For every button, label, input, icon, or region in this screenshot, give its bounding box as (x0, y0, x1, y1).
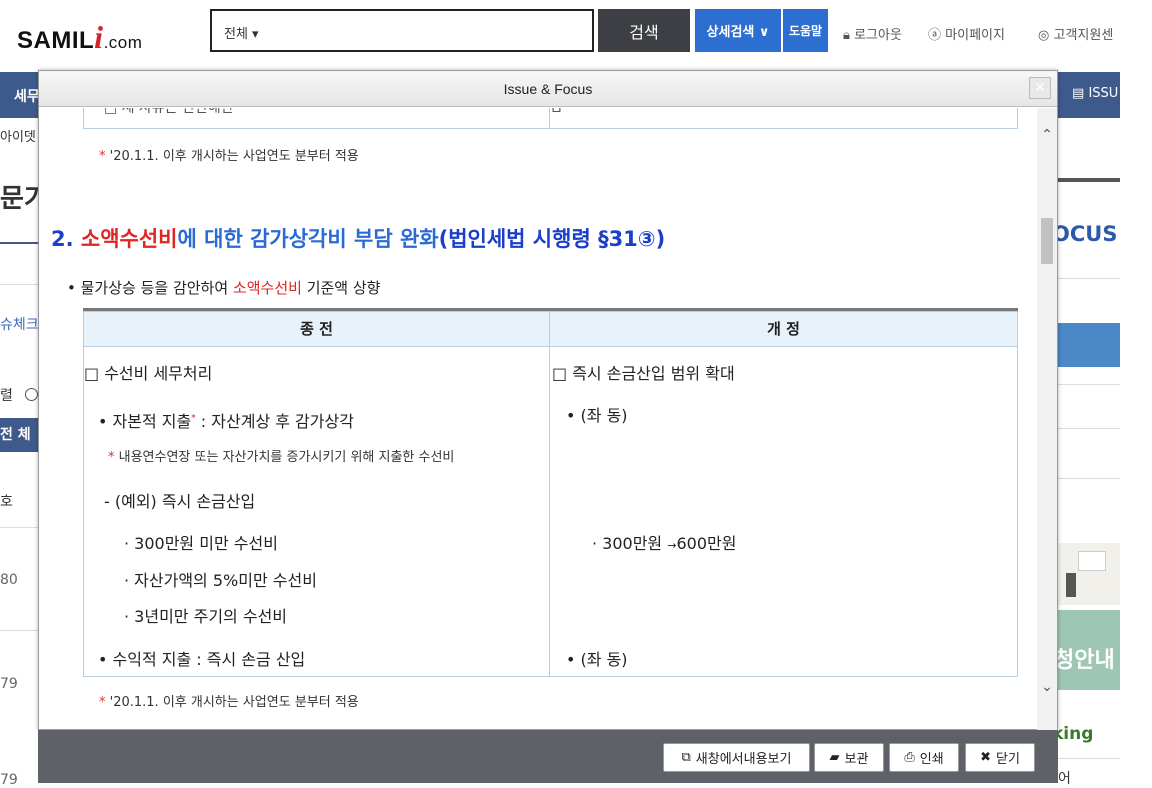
bg-number: 80 (0, 572, 18, 588)
footnote: * 내용연수연장 또는 자산가치를 증가시키기 위해 지출한 수선비 (108, 450, 455, 465)
bg-text: OCUS (1052, 222, 1118, 246)
new-window-icon: ⧉ (681, 750, 691, 765)
nav-item-tax[interactable]: 세무 (14, 86, 40, 106)
table-cell-before: □ 수선비 세무처리 • 자본적 지출* : 자산계상 후 감가상각 * 내용연… (83, 346, 550, 677)
divider (0, 630, 38, 631)
folder-icon: ▰ (829, 750, 840, 765)
radio-button[interactable] (25, 388, 38, 401)
user-icon: ⓐ (928, 28, 942, 43)
site-logo[interactable]: SAMILi.com (17, 19, 142, 56)
text-line: · 자산가액의 5%미만 수선비 (124, 571, 317, 590)
divider (0, 242, 38, 244)
scrollbar-thumb[interactable] (1041, 218, 1053, 264)
modal-title: Issue & Focus (39, 71, 1057, 107)
close-icon[interactable]: ✕ (1029, 77, 1051, 99)
text-line: • (좌 동) (566, 650, 628, 669)
scroll-up-icon[interactable]: ⌃ (1040, 128, 1054, 142)
modal-content[interactable]: □ 세 사유는 단만해만 ㅁ * '20.1.1. 이후 개시하는 사업연도 분… (39, 108, 1039, 729)
bg-text: 렬 (0, 388, 13, 404)
save-button[interactable]: ▰ 보관 (814, 743, 884, 772)
modal-footer: ⧉ 새창에서내용보기 ▰ 보관 ⎙ 인쇄 ✖ 닫기 (38, 730, 1058, 783)
open-new-window-button[interactable]: ⧉ 새창에서내용보기 (663, 743, 810, 772)
scroll-down-icon[interactable]: ⌄ (1040, 680, 1054, 694)
right-sidebar: OCUS 청안내 king 어 (1052, 118, 1120, 787)
divider (0, 527, 38, 528)
divider (0, 284, 38, 285)
bg-text: 아이뎃 (0, 130, 36, 145)
text-line: • 수익적 지출 : 즉시 손금 산입 (98, 650, 306, 669)
chat-icon: ◎ (1038, 28, 1050, 43)
text-line: · 300만원 미만 수선비 (124, 534, 278, 553)
doc-icon: ▤ (1072, 86, 1085, 101)
text-line: • 자본적 지출* : 자산계상 후 감가상각 (98, 412, 354, 431)
column-header-before: 종 전 (83, 311, 550, 347)
bg-image (1058, 543, 1120, 605)
support-link[interactable]: ◎ 고객지원센 (1038, 24, 1113, 43)
issue-focus-modal: Issue & Focus ✕ □ 세 사유는 단만해만 ㅁ * '20.1.1… (38, 70, 1058, 730)
text-line: · 300만원 →600만원 (592, 534, 737, 553)
summary-bullet: • 물가상승 등을 감안하여 소액수선비 기준액 상향 (67, 279, 381, 297)
table-cell: □ 세 사유는 단만해만 (83, 108, 550, 129)
section-title: 2. 소액수선비에 대한 감가상각비 부담 완화(법인세법 시행령 §31③) (51, 227, 666, 251)
bg-tab[interactable]: 전 체 (0, 418, 38, 452)
scrollbar[interactable]: ⌃ ⌄ (1037, 108, 1057, 730)
close-icon: ✖ (980, 750, 991, 765)
text-line: □ 즉시 손금산입 범위 확대 (552, 364, 735, 383)
search-input[interactable]: 전체 ▾ (210, 9, 594, 52)
bg-banner[interactable]: 청안내 (1054, 610, 1120, 690)
print-button[interactable]: ⎙ 인쇄 (889, 743, 959, 772)
nav-item-issue[interactable]: ▤ ISSU (1072, 86, 1118, 101)
mypage-link[interactable]: ⓐ 마이페이지 (928, 24, 1005, 43)
site-header: SAMILi.com 전체 ▾ 검색 상세검색 ∨ 도움말 🔒︎ 로그아웃 ⓐ … (0, 0, 1120, 72)
help-button[interactable]: 도움말 (783, 9, 828, 52)
close-button[interactable]: ✖ 닫기 (965, 743, 1035, 772)
bg-banner[interactable] (1058, 323, 1120, 367)
bg-text: 어 (1058, 771, 1071, 787)
bg-text: 호 (0, 494, 13, 510)
footnote: * '20.1.1. 이후 개시하는 사업연도 분부터 적용 (99, 149, 359, 164)
footnote: * '20.1.1. 이후 개시하는 사업연도 분부터 적용 (99, 695, 359, 710)
column-header-after: 개 정 (549, 311, 1018, 347)
search-scope-select[interactable]: 전체 ▾ (224, 23, 259, 42)
bg-number: 79 (0, 772, 18, 788)
bg-text: 슈체크 (0, 317, 39, 333)
text-line: - (예외) 즉시 손금산입 (104, 492, 256, 511)
print-icon: ⎙ (904, 750, 915, 765)
text-line: □ 수선비 세무처리 (84, 364, 213, 383)
bg-number: 79 (0, 676, 18, 692)
text-line: • (좌 동) (566, 406, 628, 425)
advanced-search-button[interactable]: 상세검색 ∨ (695, 9, 781, 52)
table-cell: ㅁ (549, 108, 1018, 129)
text-line: · 3년미만 주기의 수선비 (124, 607, 288, 626)
lock-icon: 🔒︎ (843, 28, 850, 43)
search-button[interactable]: 검색 (598, 9, 690, 52)
bg-text: king (1052, 724, 1094, 744)
logout-link[interactable]: 🔒︎ 로그아웃 (843, 24, 902, 43)
table-cell-after: □ 즉시 손금산입 범위 확대 • (좌 동) · 300만원 →600만원 •… (549, 346, 1018, 677)
